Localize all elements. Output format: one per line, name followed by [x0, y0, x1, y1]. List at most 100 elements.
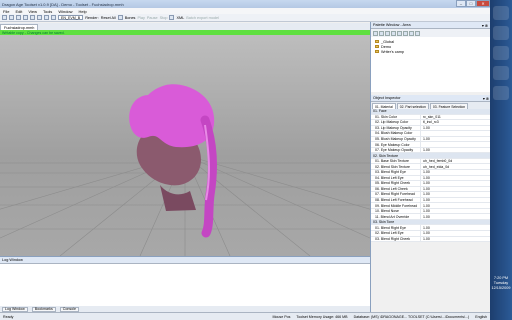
property-value[interactable] [421, 142, 491, 147]
property-value[interactable] [421, 131, 491, 136]
explorer-icon[interactable] [493, 26, 509, 40]
clock-date: 12/15/2009 [491, 286, 511, 290]
property-name: 01. Base Skin Texture [371, 158, 421, 164]
property-value[interactable]: tl_incl_rc3 [421, 120, 491, 125]
environment-dropdown[interactable]: EN_EVM_B [58, 15, 84, 20]
tab-console[interactable]: Console [59, 306, 79, 312]
pin-icon[interactable]: ▾ ⊗ [482, 23, 490, 28]
window-controls: – □ ✕ [456, 0, 490, 8]
system-clock[interactable]: 7:20 PM Tuesday 12/15/2009 [490, 276, 512, 291]
bones-button[interactable]: Bones [125, 16, 136, 20]
open-folder-icon[interactable] [9, 15, 14, 20]
status-language: English [475, 314, 487, 319]
property-value[interactable]: 1.00 [421, 148, 491, 153]
property-value[interactable]: 1.00 [421, 209, 491, 214]
property-value[interactable]: 1.00 [421, 187, 491, 192]
copy-icon[interactable] [30, 15, 35, 20]
pause-button[interactable]: Pause [147, 16, 158, 20]
property-value[interactable]: uh_hed_eida_0d [421, 164, 491, 169]
paste-icon[interactable] [37, 15, 42, 20]
toolbar: EN_EVM_B Render: Reset All Bones Play Pa… [0, 14, 490, 22]
property-name: 10. Blend Nose [371, 208, 421, 214]
firefox-icon[interactable] [493, 46, 509, 60]
log-window-title: Log Window [0, 257, 370, 264]
property-name: 08. Blend Left Forehead [371, 197, 421, 203]
property-value[interactable]: 1.00 [421, 198, 491, 203]
tree-item-label: Demo [381, 44, 392, 49]
property-name: 09. Blend Middle Forehead [371, 203, 421, 208]
undo-icon[interactable] [44, 15, 49, 20]
property-value[interactable]: 1.00 [421, 214, 491, 219]
area-tool-icon[interactable] [373, 30, 378, 36]
tab-bookmarks[interactable]: Bookmarks [31, 306, 56, 312]
creature-tool-icon[interactable] [379, 30, 384, 36]
batch-export-button[interactable]: Batch export model [186, 16, 219, 20]
palette-title: Palette Window - Area [373, 23, 411, 27]
start-button-icon[interactable] [493, 6, 509, 20]
render-label: Render: [85, 15, 99, 20]
property-name: 06. Eye Makeup Color [371, 142, 421, 147]
character-head-model[interactable] [129, 84, 218, 238]
menu-edit[interactable]: Edit [12, 9, 25, 14]
inspector-tabs: 01. Material 02. Part selection 03. Feat… [371, 102, 491, 109]
status-mouse-pos: Mouse Pos [272, 314, 291, 319]
light-tool-icon[interactable] [409, 30, 414, 36]
property-value[interactable]: uh_hed_femb0_0d [421, 159, 491, 164]
property-value[interactable]: 1.00 [421, 176, 491, 181]
property-name: 06. Blend Left Cheek [371, 186, 421, 192]
tree-item-writers-camp[interactable]: Writer's camp [375, 49, 486, 54]
property-name: 02. Lip Makeup Color [371, 120, 421, 125]
inspector-title: Object Inspector [373, 96, 401, 100]
property-value[interactable]: 1.00 [421, 126, 491, 131]
reset-all-button[interactable]: Reset All [101, 16, 116, 20]
status-bar: Ready Mouse Pos Toolset Memory Usage: 46… [0, 312, 490, 320]
property-value[interactable]: rc_skn_011 [421, 115, 491, 120]
effect-tool-icon[interactable] [415, 30, 420, 36]
property-name: 02. Blend Skin Texture [371, 164, 421, 170]
xml-icon[interactable] [169, 15, 175, 20]
menu-tools[interactable]: Tools [40, 9, 55, 14]
property-name: 01. Skin Color [371, 114, 421, 120]
toolset-icon[interactable] [493, 86, 509, 100]
property-name: 11. Blend Art Override [371, 214, 421, 219]
status-database: Database: (MS) \DRAGONAGE... TOOLSET (C:… [353, 314, 470, 319]
3d-viewport[interactable] [0, 35, 370, 256]
property-name: 02. Skin Texture [373, 153, 399, 158]
play-button[interactable]: Play [137, 16, 144, 20]
property-value[interactable]: 1.00 [421, 192, 491, 197]
save-icon[interactable] [16, 15, 21, 20]
maximize-icon[interactable]: □ [466, 0, 476, 7]
property-value[interactable]: 1.00 [421, 225, 491, 230]
placeable-tool-icon[interactable] [385, 30, 390, 36]
xml-button[interactable]: XML [176, 16, 184, 20]
property-row[interactable]: 03. Blend Right Cheek 1.00 [371, 236, 491, 243]
palette-toolbar [371, 29, 490, 37]
waypoint-tool-icon[interactable] [397, 30, 402, 36]
windows-taskbar [490, 0, 512, 320]
menu-view[interactable]: View [25, 9, 40, 14]
property-value[interactable]: 1.00 [421, 181, 491, 186]
minimize-icon[interactable]: – [456, 0, 466, 7]
property-value[interactable]: 1.00 [421, 203, 491, 208]
property-name: 07. Eye Makeup Opacity [371, 147, 421, 153]
property-name: 03. Skin Tone [373, 220, 395, 225]
property-value[interactable]: 1.00 [421, 231, 491, 236]
tab-log-window[interactable]: Log Window [2, 306, 28, 312]
property-value[interactable]: 1.00 [421, 237, 491, 242]
app-icon[interactable] [493, 66, 509, 80]
stop-button[interactable]: Stop [160, 16, 168, 20]
menu-help[interactable]: Help [76, 9, 90, 14]
redo-icon[interactable] [51, 15, 56, 20]
close-icon[interactable]: ✕ [476, 0, 490, 7]
cut-icon[interactable] [23, 15, 28, 20]
menu-file[interactable]: File [0, 9, 12, 14]
status-ready: Ready [3, 314, 14, 319]
property-value[interactable]: 1.00 [421, 137, 491, 142]
menu-window[interactable]: Window [55, 9, 75, 14]
property-value[interactable]: 1.00 [421, 170, 491, 175]
trigger-tool-icon[interactable] [391, 30, 396, 36]
new-file-icon[interactable] [2, 15, 7, 20]
sound-tool-icon[interactable] [403, 30, 408, 36]
bones-toggle-icon[interactable] [117, 15, 123, 20]
palette-header: Palette Window - Area ▾ ⊗ [371, 22, 490, 29]
